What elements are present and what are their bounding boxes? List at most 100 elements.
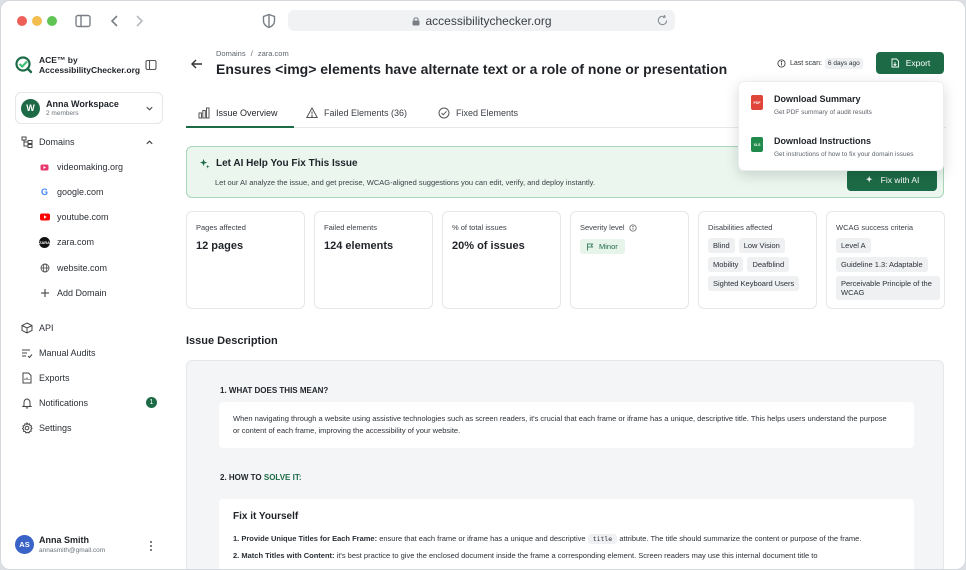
- breadcrumb: Domains / zara.com: [216, 49, 289, 58]
- sidebar-item-label: Domains: [39, 137, 75, 147]
- lock-icon: [412, 16, 420, 25]
- stat-card-percent: % of total issues 20% of issues: [442, 211, 561, 309]
- tab-issue-overview[interactable]: Issue Overview: [198, 106, 278, 120]
- what-means-text: When navigating through a website using …: [233, 414, 887, 435]
- stat-value: 124 elements: [324, 240, 394, 252]
- fix-step-heading: Provide Unique Titles for Each Frame:: [241, 534, 378, 543]
- pdf-file-icon: PDF: [751, 95, 763, 110]
- how-to-highlight: SOLVE IT:: [263, 473, 302, 482]
- stat-card-failed: Failed elements 124 elements: [314, 211, 433, 309]
- domain-item-google[interactable]: G google.com: [39, 185, 104, 199]
- workspace-avatar: W: [21, 98, 40, 118]
- download-instructions-option[interactable]: XLS Download Instructions Get instructio…: [751, 136, 913, 158]
- cube-icon: [21, 322, 33, 334]
- sidebar-item-manual-audits[interactable]: Manual Audits: [21, 346, 96, 360]
- tab-label: Failed Elements (36): [324, 108, 408, 118]
- issue-description-panel: 1. WHAT DOES THIS MEAN? When navigating …: [186, 360, 944, 569]
- app-logo[interactable]: ACE™ by AccessibilityChecker.org: [15, 55, 140, 75]
- more-options-icon[interactable]: [147, 540, 155, 552]
- stat-label: Disabilities affected: [708, 223, 773, 232]
- export-button[interactable]: Export: [876, 52, 944, 74]
- minimize-window-button[interactable]: [32, 16, 42, 26]
- last-scan-label: Last scan:: [790, 60, 822, 67]
- how-to-prefix: 2. HOW TO: [220, 473, 264, 482]
- stat-value: 20% of issues: [452, 240, 525, 252]
- domain-label: zara.com: [57, 237, 95, 247]
- domain-item-website[interactable]: website.com: [39, 261, 107, 275]
- workspace-members: 2 members: [46, 110, 79, 117]
- fix-step: 1. Provide Unique Titles for Each Frame:…: [233, 533, 893, 545]
- youtube-favicon: [39, 212, 50, 223]
- severity-value: Minor: [599, 242, 618, 251]
- tab-failed-elements[interactable]: Failed Elements (36): [306, 106, 407, 120]
- shield-icon[interactable]: [260, 12, 278, 30]
- sidebar-item-label: Manual Audits: [39, 348, 96, 358]
- stat-label: Severity level: [580, 223, 637, 232]
- sidebar-item-notifications[interactable]: Notifications: [21, 396, 88, 410]
- reload-icon[interactable]: [656, 14, 669, 27]
- issue-description-title: Issue Description: [186, 335, 278, 347]
- tab-fixed-elements[interactable]: Fixed Elements: [438, 106, 518, 120]
- file-export-icon: [22, 372, 32, 384]
- domain-label: google.com: [57, 187, 104, 197]
- maximize-window-button[interactable]: [47, 16, 57, 26]
- fix-yourself-title: Fix it Yourself: [233, 511, 299, 522]
- breadcrumb-domains[interactable]: Domains: [216, 49, 246, 58]
- google-favicon: G: [40, 187, 48, 197]
- chevron-up-icon[interactable]: [145, 138, 154, 147]
- fix-step-number: 2.: [233, 551, 240, 560]
- forward-nav-icon[interactable]: [130, 12, 148, 30]
- domain-item-youtube[interactable]: youtube.com: [39, 210, 109, 224]
- add-domain-button[interactable]: Add Domain: [39, 286, 107, 300]
- bell-icon: [21, 398, 33, 409]
- tab-label: Issue Overview: [216, 108, 278, 118]
- tab-label: Fixed Elements: [456, 108, 519, 118]
- fix-step-text: it's best practice to give the enclosed …: [336, 551, 818, 560]
- back-arrow-icon[interactable]: [190, 57, 204, 71]
- wcag-tag: Perceivable Principle of the WCAG: [836, 276, 940, 300]
- wcag-tag: Level A: [836, 238, 871, 253]
- domain-item-videomaking[interactable]: videomaking.org: [39, 160, 123, 174]
- sitemap-icon: [21, 136, 33, 148]
- globe-icon: [39, 263, 50, 274]
- sidebar-item-settings[interactable]: Settings: [21, 421, 72, 435]
- domain-label: videomaking.org: [57, 162, 124, 172]
- address-bar[interactable]: accessibilitychecker.org: [288, 10, 675, 31]
- sidebar-toggle-icon[interactable]: [74, 12, 92, 30]
- sidebar-item-label: Settings: [39, 423, 72, 433]
- disability-tag: Deafblind: [747, 257, 790, 272]
- sidebar-item-domains[interactable]: Domains: [21, 135, 161, 149]
- videomaking-favicon: [39, 162, 50, 173]
- gear-icon: [21, 422, 33, 434]
- breadcrumb-separator: /: [250, 49, 253, 58]
- fix-step-text: ensure that each frame or iframe has a u…: [379, 534, 586, 543]
- collapse-sidebar-icon[interactable]: [145, 59, 157, 71]
- domain-label: website.com: [57, 263, 108, 273]
- close-window-button[interactable]: [17, 16, 27, 26]
- fix-step: 2. Match Titles with Content: it's best …: [233, 550, 893, 561]
- stat-label: Pages affected: [196, 223, 246, 232]
- sidebar-item-exports[interactable]: Exports: [21, 371, 70, 385]
- fix-with-ai-label: Fix with AI: [880, 175, 920, 185]
- info-icon[interactable]: [629, 223, 637, 232]
- user-profile[interactable]: AS Anna Smith annasmith@gmail.com: [15, 535, 105, 554]
- url-text: accessibilitychecker.org: [425, 13, 552, 28]
- bar-chart-icon: [198, 107, 210, 119]
- menu-item-title: Download Summary: [774, 94, 861, 104]
- menu-item-subtitle: Get instructions of how to fix your doma…: [774, 151, 914, 158]
- fix-step-text: attribute. The title should summarize th…: [619, 534, 862, 543]
- fix-step-heading: Match Titles with Content:: [241, 551, 335, 560]
- back-nav-icon[interactable]: [106, 12, 124, 30]
- domain-item-zara[interactable]: ZARA zara.com: [39, 235, 94, 249]
- user-email: annasmith@gmail.com: [39, 547, 106, 554]
- stat-card-disabilities: Disabilities affected Blind Low Vision M…: [698, 211, 817, 309]
- workspace-switcher[interactable]: W Anna Workspace 2 members: [15, 92, 163, 124]
- sidebar-item-label: API: [39, 323, 54, 333]
- fix-with-ai-button[interactable]: Fix with AI: [847, 169, 937, 191]
- stat-value: 12 pages: [196, 240, 244, 252]
- menu-item-subtitle: Get PDF summary of audit results: [774, 109, 872, 116]
- sidebar-item-api[interactable]: API: [21, 321, 54, 335]
- download-summary-option[interactable]: PDF Download Summary Get PDF summary of …: [751, 94, 872, 116]
- disabilities-tags: Blind Low Vision Mobility Deafblind Sigh…: [708, 238, 812, 291]
- flag-icon: [587, 243, 594, 250]
